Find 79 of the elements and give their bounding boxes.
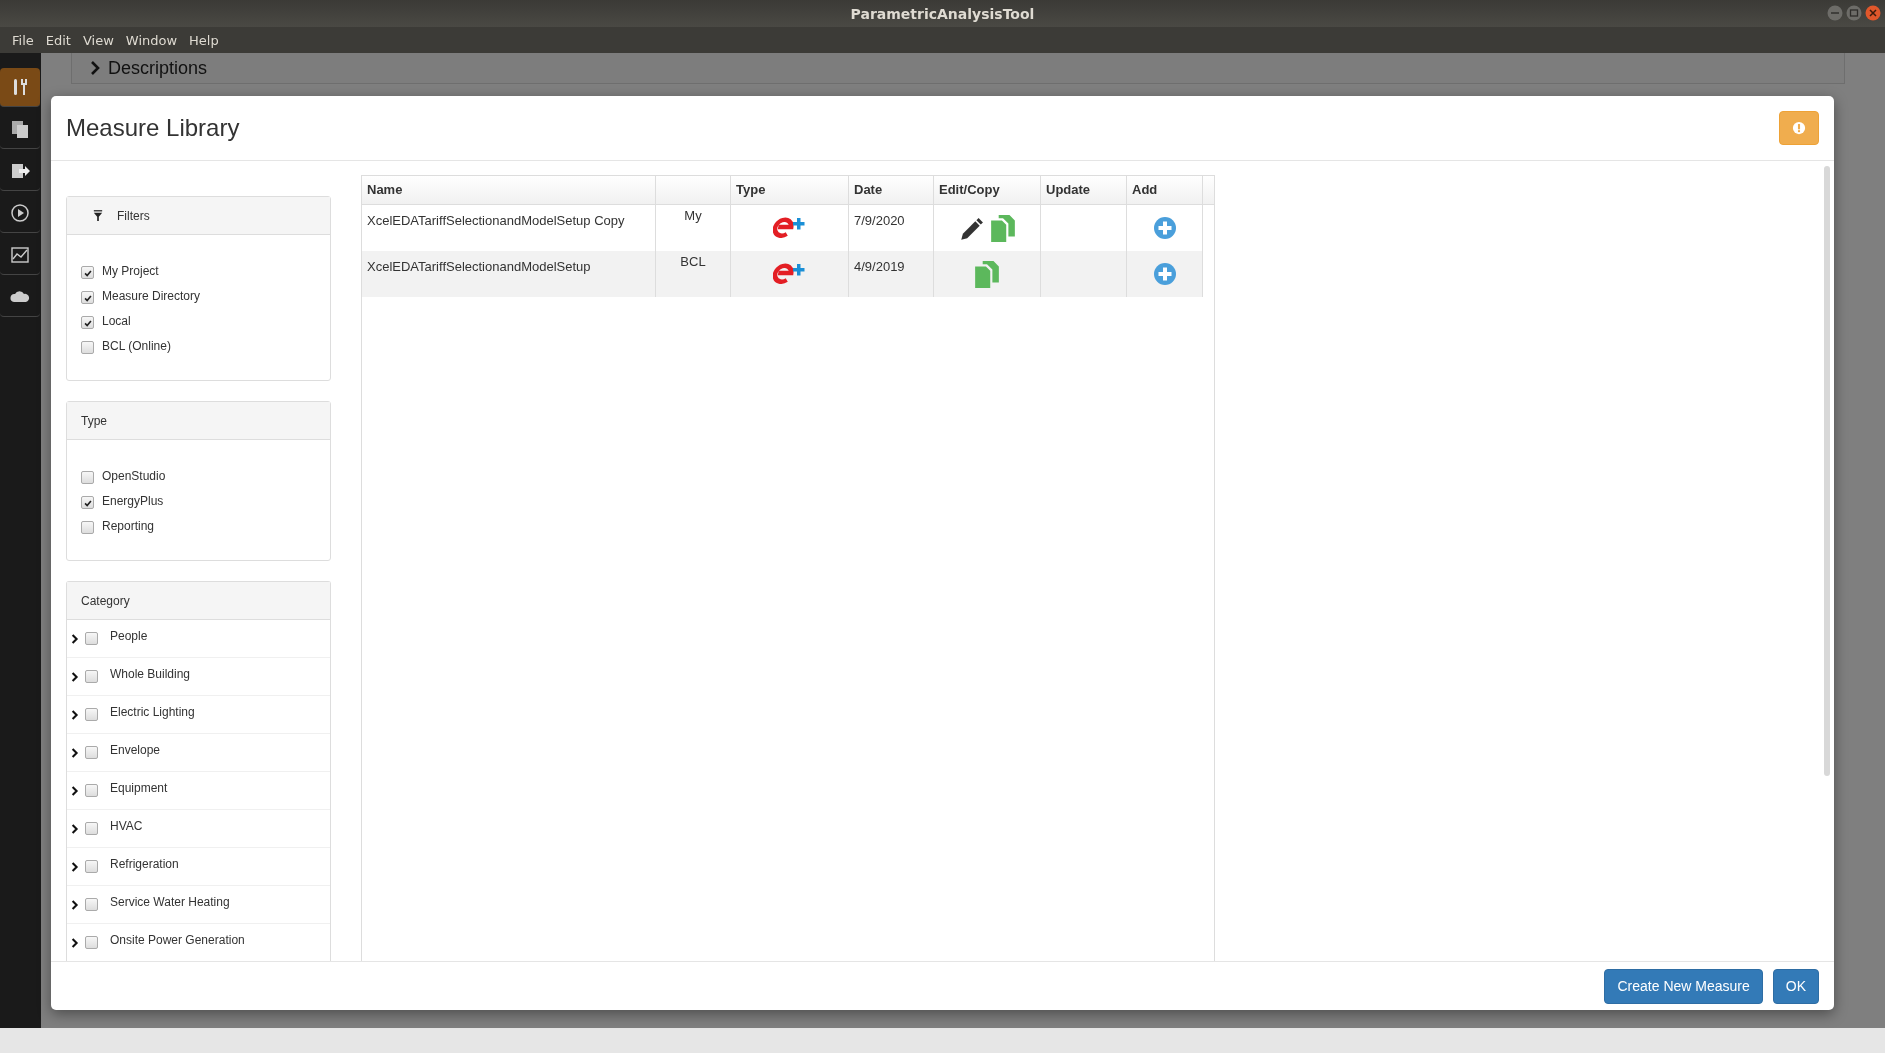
column-header[interactable]: Type — [731, 176, 849, 205]
menu-item[interactable]: Help — [183, 32, 225, 48]
panel-title: Filters — [117, 208, 150, 223]
checkbox[interactable] — [81, 521, 94, 534]
column-header[interactable]: Name — [362, 176, 656, 205]
table-cell: 4/9/2019 — [849, 251, 934, 297]
checkbox[interactable] — [81, 341, 94, 354]
category-label: Electric Lighting — [110, 705, 195, 719]
option-label: My Project — [102, 264, 159, 278]
checkbox[interactable] — [81, 496, 94, 509]
menu-item[interactable]: Edit — [39, 32, 77, 48]
column-header[interactable]: Add — [1127, 176, 1203, 205]
chevron-right-icon[interactable] — [71, 709, 79, 721]
table-cell: XcelEDATariffSelectionandModelSetup — [362, 251, 656, 297]
column-header[interactable]: Date — [849, 176, 934, 205]
checkbox[interactable] — [85, 670, 98, 683]
checkbox[interactable] — [85, 898, 98, 911]
category-label: HVAC — [110, 819, 143, 833]
checkbox[interactable] — [81, 316, 94, 329]
checkbox[interactable] — [85, 632, 98, 645]
category-label: Envelope — [110, 743, 161, 757]
column-header[interactable]: Update — [1041, 176, 1127, 205]
window-title: ParametricAnalysisTool — [850, 5, 1035, 22]
checkbox[interactable] — [81, 266, 94, 279]
chevron-right-icon[interactable] — [71, 937, 79, 949]
chevron-right-icon[interactable] — [71, 747, 79, 759]
chevron-right-icon[interactable] — [71, 823, 79, 835]
e-plus-icon — [772, 260, 807, 284]
checkbox[interactable] — [85, 784, 98, 797]
panel-title: Type — [81, 413, 107, 428]
checkbox[interactable] — [85, 746, 98, 759]
add-icon[interactable] — [1152, 262, 1177, 286]
chevron-right-icon[interactable] — [71, 633, 79, 645]
checkbox[interactable] — [81, 471, 94, 484]
checkbox[interactable] — [81, 291, 94, 304]
checkbox[interactable] — [85, 936, 98, 949]
chevron-right-icon[interactable] — [71, 861, 79, 873]
menu-item[interactable]: Window — [119, 32, 184, 48]
panel-title: Category — [81, 593, 130, 608]
scrollbar[interactable] — [1824, 166, 1830, 776]
menu-item[interactable]: View — [76, 32, 120, 48]
play-icon — [10, 203, 30, 223]
sidebar-button[interactable] — [0, 68, 40, 107]
checkbox[interactable] — [85, 708, 98, 721]
chevron-right-icon[interactable] — [71, 899, 79, 911]
category-label: Whole Building — [110, 667, 191, 681]
exclamation-icon — [1792, 121, 1806, 135]
option-label: EnergyPlus — [102, 494, 164, 508]
category-label: Onsite Power Generation — [110, 933, 245, 947]
filter-icon — [93, 209, 103, 222]
chevron-right-icon[interactable] — [71, 785, 79, 797]
close-icon[interactable] — [1865, 5, 1881, 21]
option-label: BCL (Online) — [102, 339, 171, 353]
option-label: Local — [102, 314, 131, 328]
category-label: Equipment — [110, 781, 168, 795]
column-header[interactable]: Edit/Copy — [934, 176, 1041, 205]
table-cell: BCL — [656, 251, 731, 297]
dialog-button[interactable]: Create New Measure — [1604, 968, 1763, 1004]
menu-item[interactable]: File — [6, 32, 40, 48]
chevron-right-icon[interactable] — [71, 671, 79, 683]
checkbox[interactable] — [85, 822, 98, 835]
option-label: OpenStudio — [102, 469, 166, 483]
dialog-button[interactable]: OK — [1772, 968, 1819, 1004]
copy-icon[interactable] — [990, 215, 1016, 243]
chart-icon — [10, 245, 30, 265]
copy-icon — [10, 119, 30, 139]
maximize-icon[interactable] — [1846, 5, 1862, 21]
category-label: Refrigeration — [110, 857, 179, 871]
category-label: Service Water Heating — [110, 895, 230, 909]
section-title[interactable]: Descriptions — [108, 57, 208, 79]
option-label: Reporting — [102, 519, 155, 533]
add-icon[interactable] — [1152, 216, 1177, 240]
option-label: Measure Directory — [102, 289, 201, 303]
dialog-title: Measure Library — [66, 114, 240, 142]
pencil-icon[interactable] — [958, 217, 984, 243]
category-label: People — [110, 629, 148, 643]
export-icon — [10, 161, 30, 181]
e-plus-icon — [772, 214, 807, 238]
checkbox[interactable] — [85, 860, 98, 873]
